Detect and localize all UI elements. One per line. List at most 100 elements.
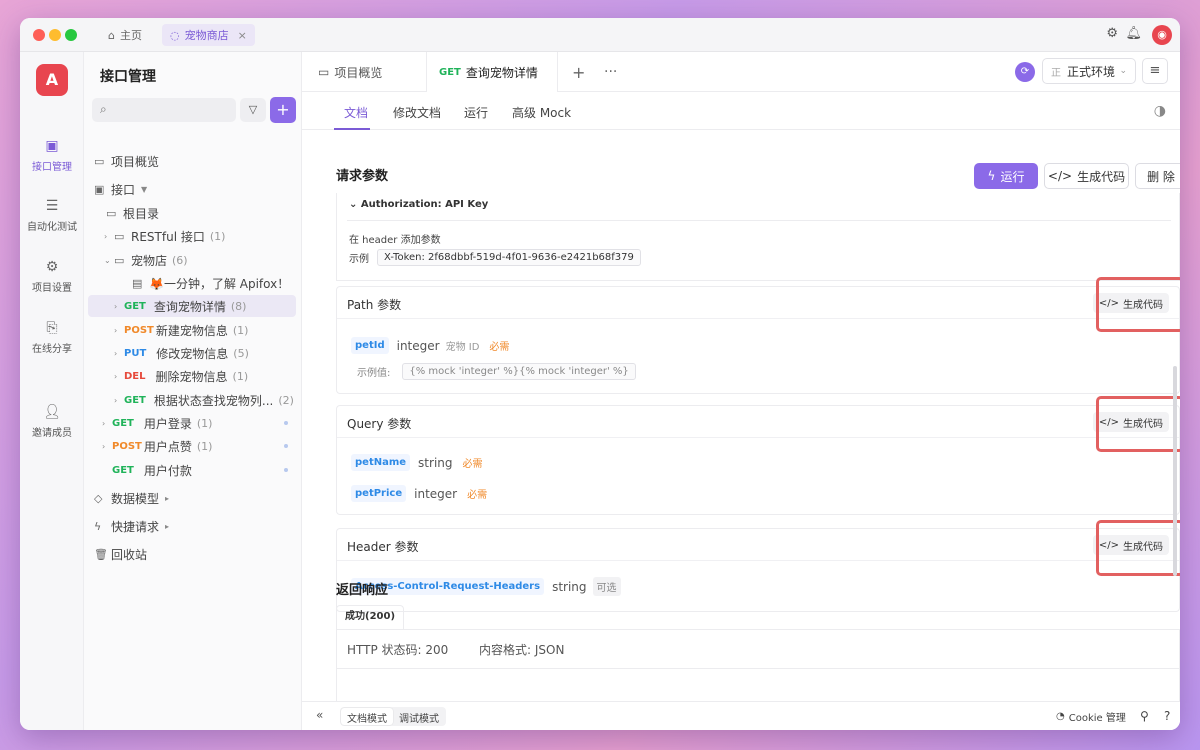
theme-icon[interactable]: ◑: [1154, 103, 1166, 119]
param-row: petPrice integer 必需: [351, 485, 487, 502]
example-label: 示例: [349, 254, 369, 265]
project-icon: ◌: [170, 28, 180, 42]
settings-gear-icon[interactable]: ⚙: [1106, 26, 1118, 41]
param-name: petPrice: [351, 485, 407, 502]
home-tab-label: 主页: [119, 29, 142, 42]
method-badge: GET: [439, 66, 461, 78]
chevron-right-icon: ›: [104, 231, 108, 241]
cookie-manager-button[interactable]: ◔ Cookie 管理: [1056, 709, 1126, 724]
tree-item-endpoint[interactable]: › POST 用户点赞 (1): [88, 435, 296, 457]
menu-icon[interactable]: ≡: [1142, 58, 1168, 84]
tree-count: (6): [172, 253, 188, 267]
response-tab-200[interactable]: 成功(200): [336, 605, 405, 629]
param-name: petName: [351, 454, 411, 471]
debug-mode-button[interactable]: 调试模式: [393, 708, 445, 725]
status-dot: [284, 421, 288, 425]
request-params-title: 请求参数: [336, 169, 389, 184]
rail-item-automation[interactable]: ☰ 自动化测试: [20, 198, 84, 233]
folder-open-icon: ▭: [114, 253, 125, 267]
auth-header[interactable]: ⌄ Authorization: API Key: [349, 199, 488, 210]
search-input[interactable]: [118, 100, 228, 120]
tree-item-endpoint[interactable]: › GET 查询宠物详情 (8): [88, 295, 296, 317]
tree-item-quick-request[interactable]: ϟ 快捷请求 ▸: [88, 515, 296, 537]
tree-item-overview[interactable]: ▭ 项目概览: [88, 150, 296, 172]
api-icon: ▣: [45, 138, 59, 154]
param-name: petId: [351, 337, 389, 354]
chevron-right-icon: ›: [114, 301, 118, 311]
close-window-button[interactable]: [33, 29, 45, 41]
run-button[interactable]: ϟ 运行: [974, 163, 1038, 189]
tree-item-endpoint[interactable]: › GET 用户登录 (1): [88, 412, 296, 434]
more-tabs-icon[interactable]: ···: [592, 52, 629, 92]
tree-item-endpoint[interactable]: › GET 根据状态查找宠物列... (2): [88, 389, 296, 411]
tree-label: 接口: [111, 182, 136, 197]
notification-bell-icon[interactable]: 🔔︎: [1125, 26, 1142, 41]
project-tab[interactable]: ◌ 宠物商店 ×: [162, 24, 255, 46]
tree-item-data-model[interactable]: ◇ 数据模型 ▸: [88, 487, 296, 509]
doc-mode-button[interactable]: 文档模式: [341, 708, 393, 725]
lightning-icon: ϟ: [94, 519, 102, 533]
tree-item-recycle-bin[interactable]: 🗑︎ 回收站: [88, 543, 296, 565]
tree-item-endpoint[interactable]: › PUT 修改宠物信息 (5): [88, 342, 296, 364]
rail-item-project-settings[interactable]: ⚙ 项目设置: [20, 259, 84, 294]
content-scrollbar[interactable]: [1173, 366, 1177, 576]
chevron-right-icon: ›: [114, 348, 118, 358]
tree-item-petshop[interactable]: ⌄ ▭ 宠物店 (6): [88, 249, 296, 271]
method-badge: PUT: [124, 347, 147, 359]
rail-item-label: 接口管理: [32, 162, 72, 173]
param-row: petId integer 宠物 ID 必需: [351, 337, 509, 354]
tree-item-root-dir[interactable]: ▭ 根目录: [88, 202, 296, 224]
tree-item-endpoint[interactable]: › POST 新建宠物信息 (1): [88, 319, 296, 341]
rail-item-api-management[interactable]: ▣ 接口管理: [20, 138, 84, 173]
auth-title: Authorization: API Key: [360, 199, 489, 210]
tree-item-endpoint[interactable]: GET 用户付款: [88, 459, 296, 481]
close-tab-icon[interactable]: ×: [238, 29, 247, 42]
subtab-run[interactable]: 运行: [464, 104, 488, 121]
tree-item-api-root[interactable]: ▣ 接口 ▼: [88, 178, 296, 200]
environment-select[interactable]: 正 正式环境 ⌄: [1042, 58, 1136, 84]
filter-button[interactable]: ▽: [240, 98, 266, 122]
maximize-window-button[interactable]: [65, 29, 77, 41]
subtab-doc[interactable]: 文档: [344, 104, 368, 121]
add-button[interactable]: +: [270, 97, 296, 123]
cookie-label: Cookie 管理: [1068, 713, 1126, 724]
subtab-advanced-mock[interactable]: 高级 Mock: [512, 104, 571, 121]
tree-item-endpoint[interactable]: › DEL 删除宠物信息 (1): [88, 365, 296, 387]
rail-item-invite-members[interactable]: 👤︎ 邀请成员: [20, 404, 84, 439]
doc-content: 请求参数 ϟ 运行 </> 生成代码 删 除 ⌄ Authorization: …: [302, 131, 1180, 701]
tab-project-overview[interactable]: ▭ 项目概览: [306, 52, 394, 92]
caret-right-icon: ▸: [165, 521, 170, 531]
highlight-annotation: [1096, 277, 1180, 332]
help-icon[interactable]: ?: [1164, 709, 1170, 723]
query-params-title: Query 参数: [347, 417, 412, 431]
tree-label: 用户登录: [143, 416, 192, 431]
rail-item-online-share[interactable]: ⎘ 在线分享: [20, 320, 84, 355]
minimize-window-button[interactable]: [49, 29, 61, 41]
tree-count: (5): [233, 346, 249, 360]
tree-label: 🦊一分钟，了解 Apifox！: [149, 276, 290, 291]
chevron-down-icon: ⌄: [1119, 66, 1127, 76]
home-tab[interactable]: ⌂ 主页: [100, 24, 150, 46]
env-prefix: 正: [1051, 67, 1061, 79]
delete-button[interactable]: 删 除: [1135, 163, 1180, 189]
example-value: X-Token: 2f68dbbf-519d-4f01-9636-e2421b6…: [377, 249, 641, 266]
chevron-right-icon: ›: [114, 395, 118, 405]
env-sync-icon[interactable]: ⟳: [1015, 62, 1035, 82]
tab-get-pet-detail[interactable]: GET 查询宠物详情: [426, 52, 558, 92]
user-avatar[interactable]: ◉: [1152, 25, 1172, 45]
lightning-icon: ϟ: [987, 169, 996, 183]
active-tab-indicator: [334, 128, 370, 130]
tree-label: 快捷请求: [111, 519, 160, 534]
rail-item-label: 邀请成员: [32, 428, 72, 439]
chevron-down-icon: ⌄: [104, 255, 111, 265]
subtab-edit-doc[interactable]: 修改文档: [393, 104, 441, 121]
param-row: petName string 必需: [351, 454, 483, 471]
http-status: HTTP 状态码: 200: [347, 643, 449, 657]
generate-code-button[interactable]: </> 生成代码: [1044, 163, 1129, 189]
tree-item-restful[interactable]: › ▭ RESTful 接口 (1): [88, 225, 296, 247]
tree-item-intro-doc[interactable]: ▤ 🦊一分钟，了解 Apifox！: [88, 272, 296, 294]
overview-icon: ▭: [318, 65, 330, 79]
shirt-icon[interactable]: ⚲: [1140, 709, 1149, 723]
divider: [347, 220, 1171, 221]
collapse-sidebar-icon[interactable]: «: [316, 708, 323, 722]
